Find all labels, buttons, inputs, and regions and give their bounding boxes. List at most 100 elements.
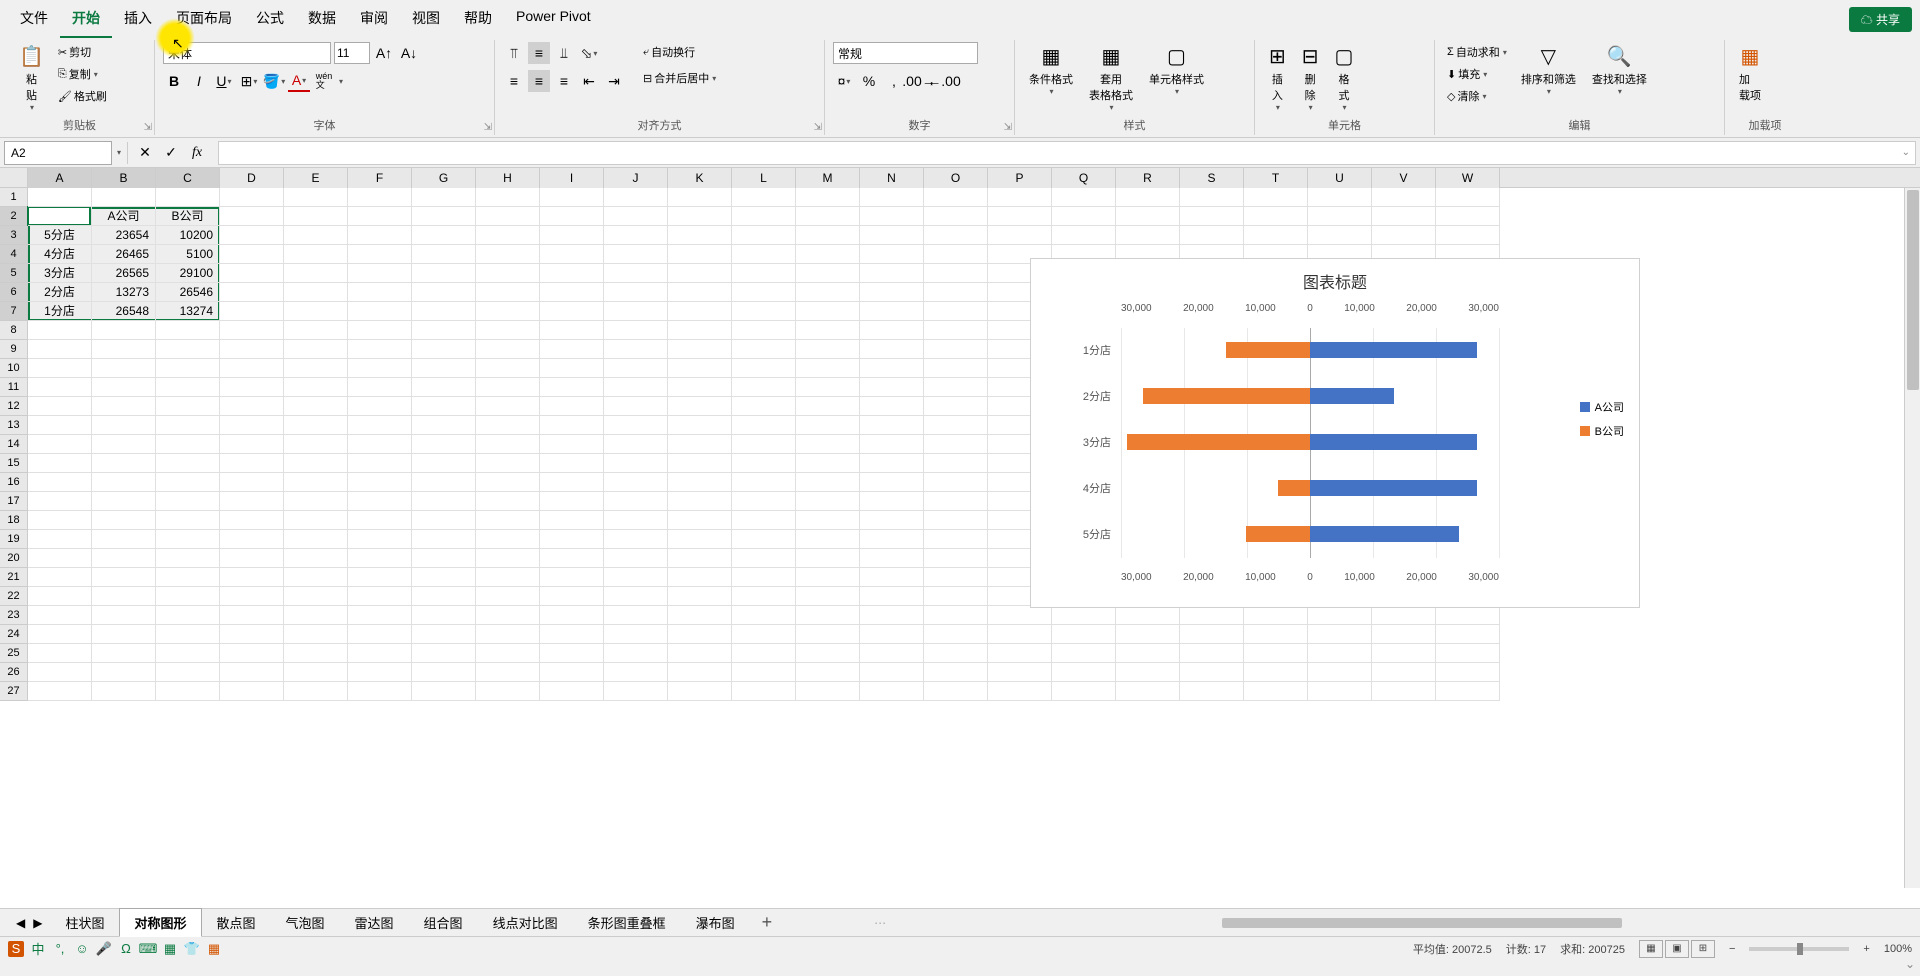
menu-视图[interactable]: 视图 — [400, 0, 452, 38]
cell-F24[interactable] — [348, 625, 412, 644]
cell-A19[interactable] — [28, 530, 92, 549]
cell-E6[interactable] — [284, 283, 348, 302]
cell-J19[interactable] — [604, 530, 668, 549]
cell-E9[interactable] — [284, 340, 348, 359]
cell-B26[interactable] — [92, 663, 156, 682]
cell-B14[interactable] — [92, 435, 156, 454]
cell-H23[interactable] — [476, 606, 540, 625]
cell-U3[interactable] — [1308, 226, 1372, 245]
cell-H1[interactable] — [476, 188, 540, 207]
cell-E18[interactable] — [284, 511, 348, 530]
cell-L12[interactable] — [732, 397, 796, 416]
cell-H10[interactable] — [476, 359, 540, 378]
cell-D2[interactable] — [220, 207, 284, 226]
row-header-2[interactable]: 2 — [0, 207, 28, 226]
cell-T1[interactable] — [1244, 188, 1308, 207]
cell-C13[interactable] — [156, 416, 220, 435]
cell-B17[interactable] — [92, 492, 156, 511]
bar-b[interactable] — [1278, 480, 1310, 496]
cell-O7[interactable] — [924, 302, 988, 321]
cell-D13[interactable] — [220, 416, 284, 435]
cell-H12[interactable] — [476, 397, 540, 416]
font-launcher[interactable]: ⇲ — [484, 122, 492, 133]
cell-N23[interactable] — [860, 606, 924, 625]
cell-C8[interactable] — [156, 321, 220, 340]
cell-S25[interactable] — [1180, 644, 1244, 663]
cell-O2[interactable] — [924, 207, 988, 226]
cell-N12[interactable] — [860, 397, 924, 416]
cell-J8[interactable] — [604, 321, 668, 340]
decrease-font-icon[interactable]: A↓ — [398, 42, 420, 64]
cell-A15[interactable] — [28, 454, 92, 473]
cell-N16[interactable] — [860, 473, 924, 492]
cell-T27[interactable] — [1244, 682, 1308, 701]
cell-E1[interactable] — [284, 188, 348, 207]
cell-M21[interactable] — [796, 568, 860, 587]
row-header-1[interactable]: 1 — [0, 188, 28, 207]
cell-A26[interactable] — [28, 663, 92, 682]
row-header-4[interactable]: 4 — [0, 245, 28, 264]
col-header-B[interactable]: B — [92, 168, 156, 188]
cell-G17[interactable] — [412, 492, 476, 511]
cell-K13[interactable] — [668, 416, 732, 435]
cell-G3[interactable] — [412, 226, 476, 245]
cell-W3[interactable] — [1436, 226, 1500, 245]
cell-L26[interactable] — [732, 663, 796, 682]
tab-next-icon[interactable]: ▶ — [33, 916, 42, 930]
cell-D3[interactable] — [220, 226, 284, 245]
cell-E5[interactable] — [284, 264, 348, 283]
cell-S27[interactable] — [1180, 682, 1244, 701]
cell-H25[interactable] — [476, 644, 540, 663]
cell-I16[interactable] — [540, 473, 604, 492]
copy-button[interactable]: ⎘ 复制▾ — [54, 64, 111, 84]
cell-J24[interactable] — [604, 625, 668, 644]
cell-I14[interactable] — [540, 435, 604, 454]
select-all-button[interactable] — [0, 168, 28, 188]
cell-U24[interactable] — [1308, 625, 1372, 644]
cell-L6[interactable] — [732, 283, 796, 302]
cell-G18[interactable] — [412, 511, 476, 530]
cell-N26[interactable] — [860, 663, 924, 682]
menu-公式[interactable]: 公式 — [244, 0, 296, 38]
cell-J5[interactable] — [604, 264, 668, 283]
cell-L11[interactable] — [732, 378, 796, 397]
cell-A16[interactable] — [28, 473, 92, 492]
cell-A1[interactable] — [28, 188, 92, 207]
cell-L27[interactable] — [732, 682, 796, 701]
cell-Q27[interactable] — [1052, 682, 1116, 701]
cell-H13[interactable] — [476, 416, 540, 435]
formula-expand-icon[interactable]: ⌄ — [1902, 147, 1910, 158]
table-format-button[interactable]: ▦套用 表格格式▾ — [1083, 42, 1139, 114]
align-right-icon[interactable]: ≡ — [553, 70, 575, 92]
status-punct-icon[interactable]: °, — [52, 941, 68, 957]
cell-V3[interactable] — [1372, 226, 1436, 245]
cell-D9[interactable] — [220, 340, 284, 359]
cell-D11[interactable] — [220, 378, 284, 397]
cell-J18[interactable] — [604, 511, 668, 530]
cell-H9[interactable] — [476, 340, 540, 359]
cell-L22[interactable] — [732, 587, 796, 606]
cell-N4[interactable] — [860, 245, 924, 264]
cell-A6[interactable]: 2分店 — [28, 283, 92, 302]
cell-B27[interactable] — [92, 682, 156, 701]
cell-G9[interactable] — [412, 340, 476, 359]
fill-color-icon[interactable]: 🪣▾ — [263, 70, 285, 92]
percent-icon[interactable]: % — [858, 70, 880, 92]
cell-K27[interactable] — [668, 682, 732, 701]
italic-icon[interactable]: I — [188, 70, 210, 92]
cell-M7[interactable] — [796, 302, 860, 321]
cell-F12[interactable] — [348, 397, 412, 416]
cell-F1[interactable] — [348, 188, 412, 207]
cell-O8[interactable] — [924, 321, 988, 340]
cell-V26[interactable] — [1372, 663, 1436, 682]
cell-D10[interactable] — [220, 359, 284, 378]
cell-H27[interactable] — [476, 682, 540, 701]
cell-C1[interactable] — [156, 188, 220, 207]
cell-A21[interactable] — [28, 568, 92, 587]
cell-M16[interactable] — [796, 473, 860, 492]
cell-H20[interactable] — [476, 549, 540, 568]
cell-W27[interactable] — [1436, 682, 1500, 701]
cell-W26[interactable] — [1436, 663, 1500, 682]
cell-O20[interactable] — [924, 549, 988, 568]
cell-L4[interactable] — [732, 245, 796, 264]
